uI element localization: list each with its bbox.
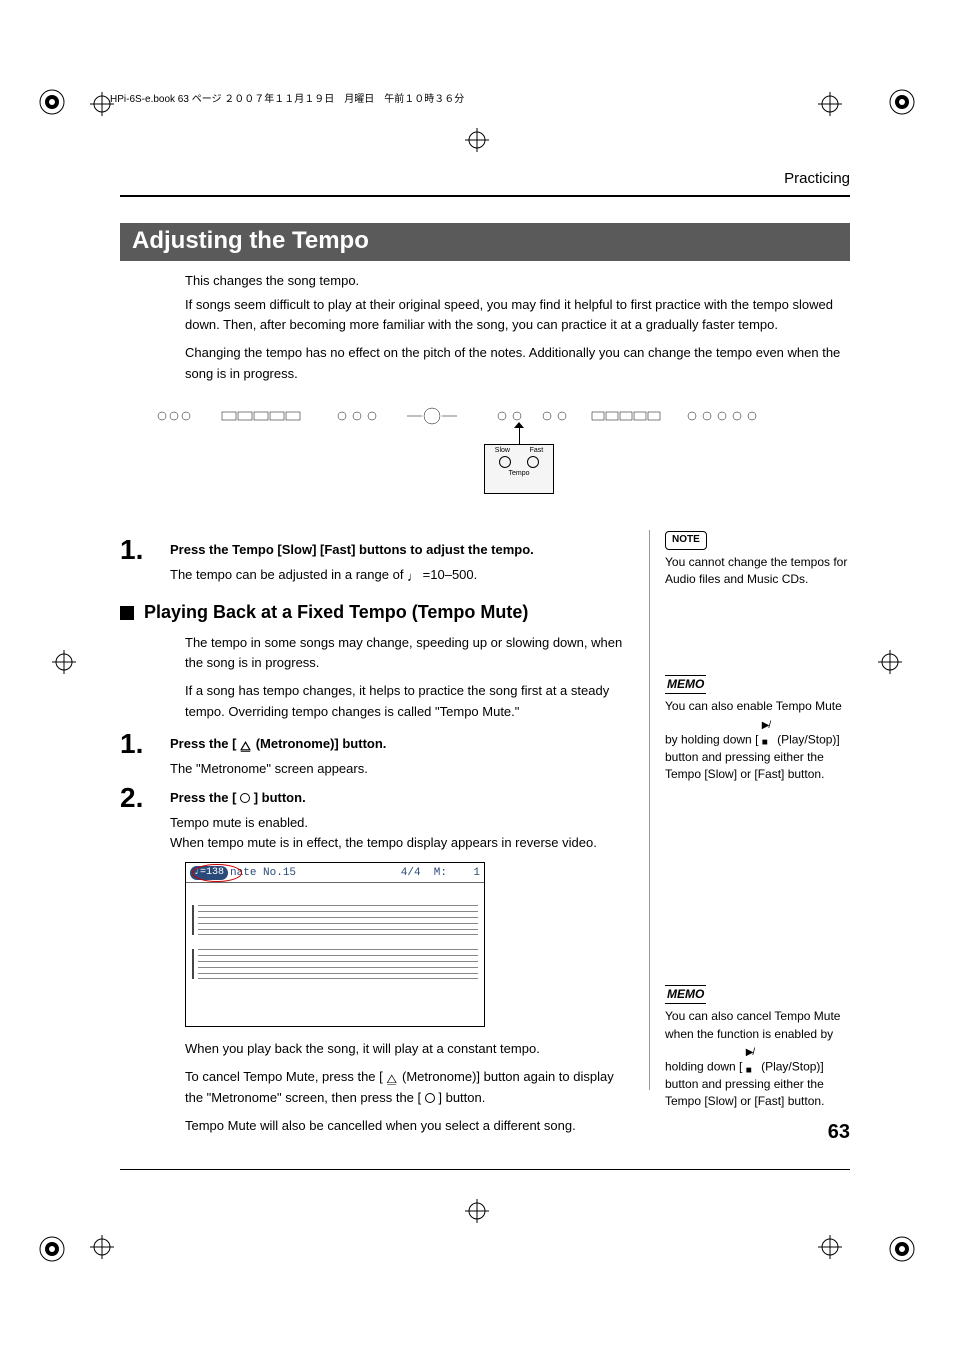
crosshair-icon — [90, 1235, 114, 1259]
crosshair-icon — [818, 1235, 842, 1259]
step-body: The "Metronome" screen appears. — [170, 759, 630, 779]
divider — [120, 195, 850, 197]
callout-label-fast: Fast — [530, 447, 544, 454]
panel-diagram: Slow Fast Tempo — [136, 402, 850, 512]
intro-text: This changes the song tempo. — [185, 271, 850, 291]
time-signature: 4/4 — [401, 867, 421, 879]
sub-intro-text: The tempo in some songs may change, spee… — [185, 633, 850, 673]
page-number: 63 — [828, 1121, 850, 1144]
step-number: 1. — [120, 730, 170, 779]
vertical-divider — [649, 530, 650, 1090]
memo-badge: MEMO — [665, 675, 706, 694]
bullet-icon — [120, 606, 134, 620]
panel-top-icon — [152, 402, 852, 430]
page-title: Adjusting the Tempo — [120, 223, 850, 261]
step-body: When tempo mute is in effect, the tempo … — [170, 833, 630, 853]
step-number: 2. — [120, 784, 170, 852]
crosshair-icon — [818, 92, 842, 116]
crosshair-icon — [878, 650, 902, 674]
tempo-callout: Slow Fast Tempo — [484, 444, 554, 494]
step-body: Tempo mute is enabled. — [170, 813, 630, 833]
memo-text: You can also enable Tempo Mute by holdin… — [665, 698, 850, 783]
note-text: You cannot change the tempos for Audio f… — [665, 554, 850, 589]
metronome-icon — [386, 1069, 398, 1081]
registration-mark-icon — [38, 1235, 66, 1263]
measure-label: M: — [434, 867, 447, 879]
divider — [120, 1169, 850, 1170]
after-text: Tempo Mute will also be cancelled when y… — [185, 1116, 850, 1136]
registration-mark-icon — [888, 1235, 916, 1263]
callout-label-tempo: Tempo — [485, 470, 553, 477]
sub-step-2: 2. Press the [ ] button. Tempo mute is e… — [120, 784, 850, 852]
music-score — [186, 883, 484, 1023]
step-title: Press the [ ] button. — [170, 790, 630, 805]
registration-mark-icon — [38, 88, 66, 116]
print-header: HPi-6S-e.book 63 ページ ２００７年１１月１９日 月曜日 午前１… — [110, 90, 464, 105]
memo-box: MEMO You can also cancel Tempo Mute when… — [665, 985, 850, 1111]
memo-box: MEMO You can also enable Tempo Mute by h… — [665, 675, 850, 783]
note-box: NOTE You cannot change the tempos for Au… — [665, 530, 850, 588]
song-name: nate No.15 — [230, 867, 296, 879]
registration-mark-icon — [888, 88, 916, 116]
exit-icon — [240, 793, 250, 803]
tempo-display: ♩=138 — [190, 866, 228, 880]
intro-text: Changing the tempo has no effect on the … — [185, 343, 850, 383]
crosshair-icon — [465, 128, 489, 152]
crosshair-icon — [52, 650, 76, 674]
section-label: Practicing — [120, 170, 850, 187]
memo-badge: MEMO — [665, 985, 706, 1004]
quarter-note-icon — [407, 567, 419, 579]
crosshair-icon — [465, 1199, 489, 1223]
metronome-icon — [240, 738, 252, 750]
play-stop-icon — [746, 1043, 758, 1055]
measure-number: 1 — [473, 867, 480, 879]
sub-heading: Playing Back at a Fixed Tempo (Tempo Mut… — [120, 602, 850, 623]
step-number: 1. — [120, 536, 170, 585]
lcd-screenshot: ♩=138 nate No.15 4/4 M: 1 — [185, 862, 485, 1027]
memo-text: You can also cancel Tempo Mute when the … — [665, 1008, 850, 1110]
step-title: Press the [ (Metronome)] button. — [170, 736, 630, 751]
callout-label-slow: Slow — [495, 447, 510, 454]
play-stop-icon — [762, 716, 774, 728]
exit-icon — [425, 1093, 435, 1103]
note-badge: NOTE — [665, 531, 707, 550]
intro-text: If songs seem difficult to play at their… — [185, 295, 850, 335]
